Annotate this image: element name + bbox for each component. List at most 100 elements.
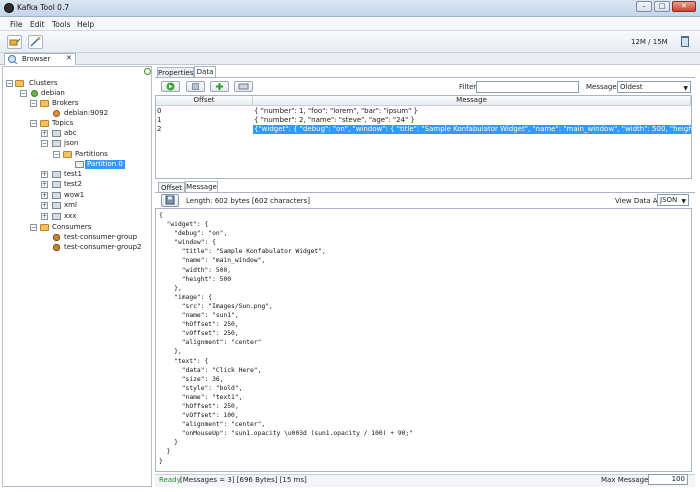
title-bar [0,0,700,17]
topic-icon [52,192,61,199]
close-tab-icon[interactable]: ✕ [66,54,72,62]
memory-usage: 12M / 15M [631,38,668,46]
table-row-message[interactable]: { "number": 1, "foo": "lorem", "bar": "i… [254,107,690,116]
tree-consumer-group-1[interactable]: test-consumer-group [64,233,137,242]
tree-consumer-group-2[interactable]: test-consumer-group2 [64,243,142,252]
tree-broker-debian[interactable]: debian:9092 [64,109,108,118]
max-messages-label: Max Messages [601,476,653,484]
column-header-message[interactable]: Message [253,96,691,106]
table-row-message-selected[interactable]: {"widget": { "debug": "on", "window": { … [253,125,691,134]
tree-brokers[interactable]: Brokers [52,99,78,108]
view-options-button[interactable] [234,81,253,92]
menu-bar [0,17,700,31]
expand-brokers[interactable]: − [30,100,37,107]
cluster-icon [31,90,38,97]
broker-icon [53,110,60,117]
chevron-down-icon: ▼ [681,198,686,205]
tree-topic-json[interactable]: json [64,139,78,148]
messages-select-value: Oldest [620,83,643,91]
main-tab-strip [0,53,700,65]
status-ready: Ready [159,476,181,484]
tree-consumers[interactable]: Consumers [52,223,91,232]
plug-icon [9,38,21,46]
save-icon [165,195,175,205]
settings-button[interactable] [28,35,43,49]
tree-partitions[interactable]: Partitions [75,150,108,159]
tree-topic-xxx[interactable]: xxx [64,212,76,221]
menu-edit[interactable]: Edit [30,20,45,29]
expand-topic-xxx[interactable]: + [41,213,48,220]
topic-icon [52,213,61,220]
expand-topic-wow1[interactable]: + [41,192,48,199]
connect-cluster-button[interactable] [7,35,22,49]
table-row-offset[interactable]: 2 [157,125,252,134]
folder-icon [63,151,72,158]
tree-topic-wow1[interactable]: wow1 [64,191,84,200]
tree-debian[interactable]: debian [41,89,65,98]
messages-label: Messages [586,83,621,91]
expand-topic-json[interactable]: − [41,140,48,147]
chevron-down-icon: ▼ [683,85,688,92]
add-message-button[interactable] [210,81,229,92]
consumer-icon [53,234,60,241]
filter-input[interactable] [476,81,579,93]
minimize-button[interactable]: – [636,1,652,12]
table-row-offset[interactable]: 1 [157,116,252,125]
cluster-tree-panel [2,66,152,487]
tree-topics[interactable]: Topics [52,119,73,128]
max-messages-input[interactable]: 100 [648,474,688,485]
tree-topic-abc[interactable]: abc [64,129,77,138]
topic-icon [52,171,61,178]
wand-icon [30,37,41,47]
kafka-logo-icon [4,3,14,13]
expand-topic-xml[interactable]: + [41,202,48,209]
expand-clusters[interactable]: − [6,80,13,87]
tree-clusters[interactable]: Clusters [29,79,58,88]
menu-file[interactable]: File [10,20,23,29]
table-row-message[interactable]: { "number": 2, "name": "steve", "age": "… [254,116,690,125]
menu-tools[interactable]: Tools [52,20,70,29]
folder-icon [40,120,49,127]
tree-topic-test1[interactable]: test1 [64,170,82,179]
garbage-collect-icon[interactable] [681,36,689,47]
maximize-button[interactable]: □ [654,1,670,12]
folder-icon [40,224,49,231]
messages-select[interactable]: Oldest ▼ [617,81,691,93]
expand-topic-test2[interactable]: + [41,181,48,188]
tree-topic-test2[interactable]: test2 [64,180,82,189]
tab-divider [155,192,695,193]
status-text: [Messages = 3] [696 Bytes] [15 ms] [180,476,307,484]
expand-debian[interactable]: − [20,90,27,97]
tab-browser[interactable]: Browser ✕ [4,53,76,65]
plus-icon [216,83,223,90]
tab-browser-label: Browser [22,55,51,63]
run-button[interactable] [161,81,180,92]
window-title: Kafka Tool 0.7 [17,3,70,12]
expand-topic-abc[interactable]: + [41,130,48,137]
save-message-button[interactable] [161,194,179,207]
tab-divider [155,77,695,78]
view-as-select-value: JSON [660,196,678,204]
folder-icon [15,80,24,87]
expand-topic-test1[interactable]: + [41,171,48,178]
consumer-icon [53,244,60,251]
tree-topic-xml[interactable]: xml [64,201,77,210]
column-header-offset[interactable]: Offset [156,96,253,106]
play-icon [166,82,175,91]
folder-icon [40,100,49,107]
menu-help[interactable]: Help [77,20,94,29]
tree-partition-0[interactable]: Partition 0 [85,160,125,169]
expand-partitions[interactable]: − [53,151,60,158]
stop-button[interactable] [186,81,205,92]
topic-icon [52,140,61,147]
table-row-offset[interactable]: 0 [157,107,252,116]
view-as-select[interactable]: JSON ▼ [657,194,689,206]
expand-topics[interactable]: − [30,120,37,127]
refresh-icon[interactable] [144,68,151,75]
message-body-text[interactable]: { "widget": { "debug": "on", "window": {… [159,211,413,466]
topic-icon [52,202,61,209]
expand-consumers[interactable]: − [30,224,37,231]
topic-icon [52,181,61,188]
close-button[interactable]: ✕ [672,1,696,12]
view-as-label: View Data As [615,197,662,205]
